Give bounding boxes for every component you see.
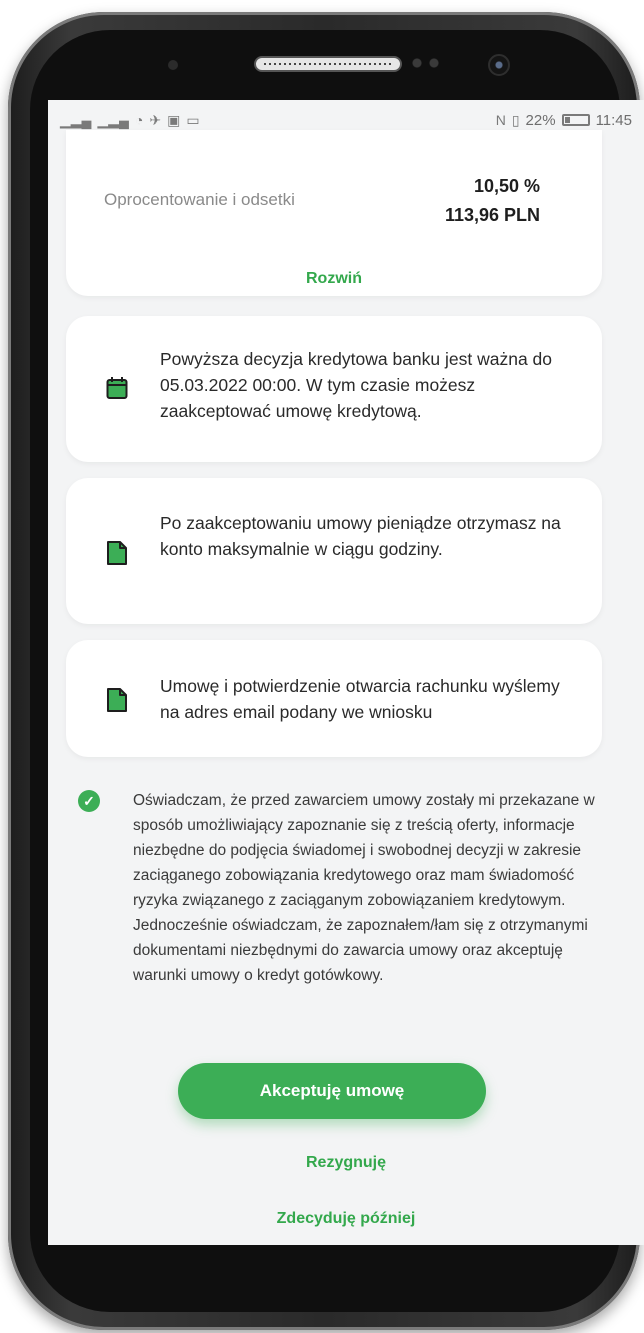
info-card-validity: Powyższa decyzja kredytowa banku jest wa… bbox=[66, 316, 602, 462]
info-card-text: Powyższa decyzja kredytowa banku jest wa… bbox=[160, 349, 553, 421]
info-card-text: Po zaakceptowaniu umowy pieniądze otrzym… bbox=[160, 513, 561, 559]
nfc-icon: N bbox=[495, 112, 506, 128]
accept-button[interactable]: Akceptuję umowę bbox=[178, 1063, 486, 1119]
decide-later-link[interactable]: Zdecyduję później bbox=[48, 1210, 644, 1228]
document-icon bbox=[107, 688, 127, 712]
signal-icon: ▁▂▄ bbox=[97, 111, 129, 128]
document-icon bbox=[107, 541, 127, 565]
battery-percent: 22% bbox=[525, 111, 556, 129]
cast-icon: ▭ bbox=[186, 111, 200, 128]
status-left: ▁▂▄ ▁▂▄ ◔ ✈ ▣ ▭ bbox=[60, 112, 200, 129]
front-camera bbox=[488, 54, 510, 76]
airplane-icon: ✈ bbox=[149, 111, 162, 128]
signal-icon: ▁▂▄ bbox=[60, 111, 92, 128]
expand-link[interactable]: Rozwiń bbox=[66, 270, 602, 288]
sensor-dot bbox=[168, 60, 178, 70]
consent-text: Oświadczam, że przed zawarciem umowy zos… bbox=[133, 792, 595, 984]
rate-amount: 113,96 PLN bbox=[444, 205, 540, 225]
calendar-icon bbox=[106, 377, 128, 399]
wifi-icon: ◔ bbox=[134, 112, 144, 128]
rate-values: 10,50 % 113,96 PLN bbox=[445, 172, 540, 230]
earpiece-speaker bbox=[254, 56, 402, 72]
battery-icon bbox=[561, 114, 590, 126]
info-card-transfer: Po zaakceptowaniu umowy pieniądze otrzym… bbox=[66, 478, 602, 624]
info-card-text: Umowę i potwierdzenie otwarcia rachunku … bbox=[160, 676, 560, 722]
app-icon: ▣ bbox=[167, 111, 181, 128]
rate-percent: 10,50 % bbox=[473, 176, 540, 196]
status-time: 11:45 bbox=[595, 111, 632, 129]
app-screen: ▁▂▄ ▁▂▄ ◔ ✈ ▣ ▭ N ▯ 22% 11:45 Oprocentow… bbox=[48, 100, 644, 1245]
status-right: N ▯ 22% 11:45 bbox=[496, 112, 632, 129]
resign-link[interactable]: Rezygnuję bbox=[48, 1154, 644, 1172]
vibrate-icon: ▯ bbox=[511, 111, 520, 128]
rate-label: Oprocentowanie i odsetki bbox=[104, 190, 295, 209]
proximity-sensor bbox=[412, 58, 446, 68]
consent-checkbox[interactable]: ✓ bbox=[78, 790, 100, 812]
info-card-email: Umowę i potwierdzenie otwarcia rachunku … bbox=[66, 640, 602, 757]
rate-card: Oprocentowanie i odsetki 10,50 % 113,96 … bbox=[66, 130, 602, 296]
